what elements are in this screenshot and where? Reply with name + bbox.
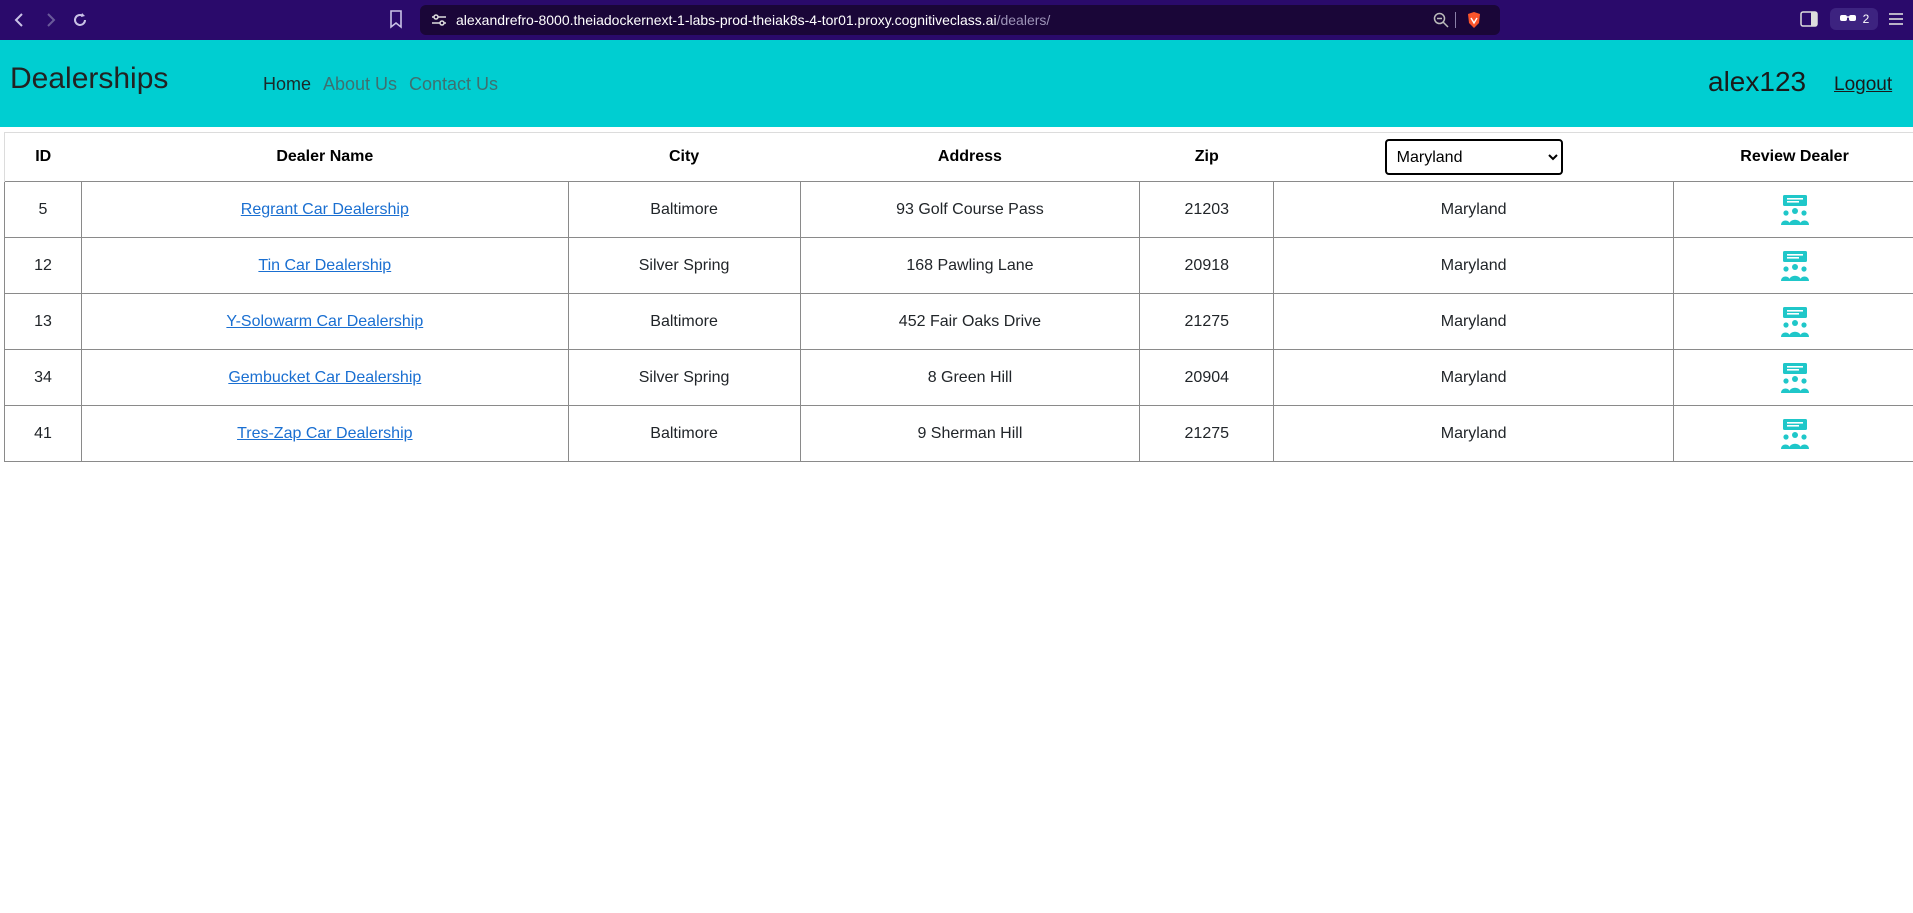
dealer-city: Baltimore [567,405,801,462]
dealer-zip: 21203 [1139,181,1275,238]
review-dealer-cell [1673,237,1913,294]
column-header-state: Maryland [1273,132,1674,182]
dealer-name-link[interactable]: Y-Solowarm Car Dealership [226,313,423,330]
nav-home[interactable]: Home [263,74,311,95]
table-row: 34 Gembucket Car Dealership Silver Spring 8… [4,349,1913,406]
dealer-state: Maryland [1273,405,1675,462]
dealer-id: 13 [4,293,82,350]
table-header-row: ID Dealer Name City Address Zip Maryland… [4,132,1913,182]
username: alex123 [1708,66,1807,97]
review-dealer-cell [1673,293,1913,350]
dealer-state: Maryland [1273,237,1675,294]
state-filter-select[interactable]: Maryland [1384,139,1563,175]
forward-arrow-icon[interactable] [40,10,60,30]
dealer-city: Baltimore [567,181,801,238]
sidebar-icon[interactable] [1800,11,1818,27]
dealer-state: Maryland [1273,293,1675,350]
review-dealer-cell [1673,405,1913,462]
brand-title[interactable]: Dealerships [10,62,168,96]
review-dealer-icon[interactable] [1780,362,1810,394]
dealer-name-cell: Tin Car Dealership [80,237,569,294]
dealer-id: 34 [4,349,82,406]
dealer-address: 9 Sherman Hill [799,405,1141,462]
url-divider [1455,12,1456,28]
dealer-zip: 21275 [1139,405,1275,462]
dealer-name-link[interactable]: Gembucket Car Dealership [228,369,421,386]
dealer-zip: 20904 [1139,349,1275,406]
nav-about-us[interactable]: About Us [323,74,397,95]
dealer-city: Silver Spring [567,237,801,294]
column-header-dealer-name: Dealer Name [81,132,569,182]
dealer-city: Baltimore [567,293,801,350]
url-text: alexandrefro-8000.theiadockernext-1-labs… [456,12,1050,28]
zoom-icon[interactable] [1432,11,1450,29]
dealer-address: 8 Green Hill [799,349,1141,406]
dealers-table: ID Dealer Name City Address Zip Maryland… [4,132,1913,462]
url-path: /dealers/ [996,12,1051,28]
logout-link[interactable]: Logout [1834,74,1892,96]
dealer-name-link[interactable]: Tres-Zap Car Dealership [237,425,412,442]
table-row: 41 Tres-Zap Car Dealership Baltimore 9 Sher… [4,405,1913,462]
brave-shield-icon[interactable] [1466,11,1482,29]
column-header-city: City [568,132,801,182]
review-dealer-cell [1673,349,1913,406]
url-host: alexandrefro-8000.theiadockernext-1-labs… [456,12,997,28]
browser-toolbar: alexandrefro-8000.theiadockernext-1-labs… [0,0,1913,40]
app-header: Dealerships Home About Us Contact Us ale… [0,40,1913,127]
dealer-state: Maryland [1273,349,1675,406]
nav-contact-us[interactable]: Contact Us [409,74,498,95]
dealer-name-cell: Gembucket Car Dealership [80,349,569,406]
site-settings-icon[interactable] [430,11,448,29]
dealer-state: Maryland [1273,181,1675,238]
bookmark-icon[interactable] [388,9,404,29]
dealer-name-cell: Tres-Zap Car Dealership [80,405,569,462]
column-header-review-dealer: Review Dealer [1673,132,1913,182]
dealer-address: 452 Fair Oaks Drive [799,293,1141,350]
table-row: 5 Regrant Car Dealership Baltimore 93 Golf … [4,181,1913,238]
table-row: 13 Y-Solowarm Car Dealership Baltimore 452 … [4,293,1913,350]
dealer-city: Silver Spring [567,349,801,406]
dealer-id: 5 [4,181,82,238]
column-header-id: ID [4,132,82,182]
dealers-table-container: ID Dealer Name City Address Zip Maryland… [4,132,1913,462]
dealer-name-link[interactable]: Regrant Car Dealership [241,201,409,218]
review-dealer-icon[interactable] [1780,418,1810,450]
table-row: 12 Tin Car Dealership Silver Spring 168 Paw… [4,237,1913,294]
review-dealer-icon[interactable] [1780,250,1810,282]
dealer-id: 41 [4,405,82,462]
extension-button[interactable]: 2 [1830,8,1878,30]
dealer-name-cell: Y-Solowarm Car Dealership [80,293,569,350]
dealer-name-cell: Regrant Car Dealership [80,181,569,238]
extension-count: 2 [1862,12,1870,26]
dealer-zip: 20918 [1139,237,1275,294]
dealer-address: 168 Pawling Lane [799,237,1141,294]
dealer-zip: 21275 [1139,293,1275,350]
menu-icon[interactable] [1888,12,1904,26]
column-header-zip: Zip [1139,132,1274,182]
dealer-address: 93 Golf Course Pass [799,181,1141,238]
column-header-address: Address [800,132,1140,182]
glasses-icon [1839,12,1857,26]
back-arrow-icon[interactable] [10,10,30,30]
dealer-name-link[interactable]: Tin Car Dealership [258,257,391,274]
reload-icon[interactable] [70,10,90,30]
review-dealer-icon[interactable] [1780,306,1810,338]
review-dealer-cell [1673,181,1913,238]
review-dealer-icon[interactable] [1780,194,1810,226]
dealer-id: 12 [4,237,82,294]
address-bar[interactable]: alexandrefro-8000.theiadockernext-1-labs… [420,5,1500,35]
